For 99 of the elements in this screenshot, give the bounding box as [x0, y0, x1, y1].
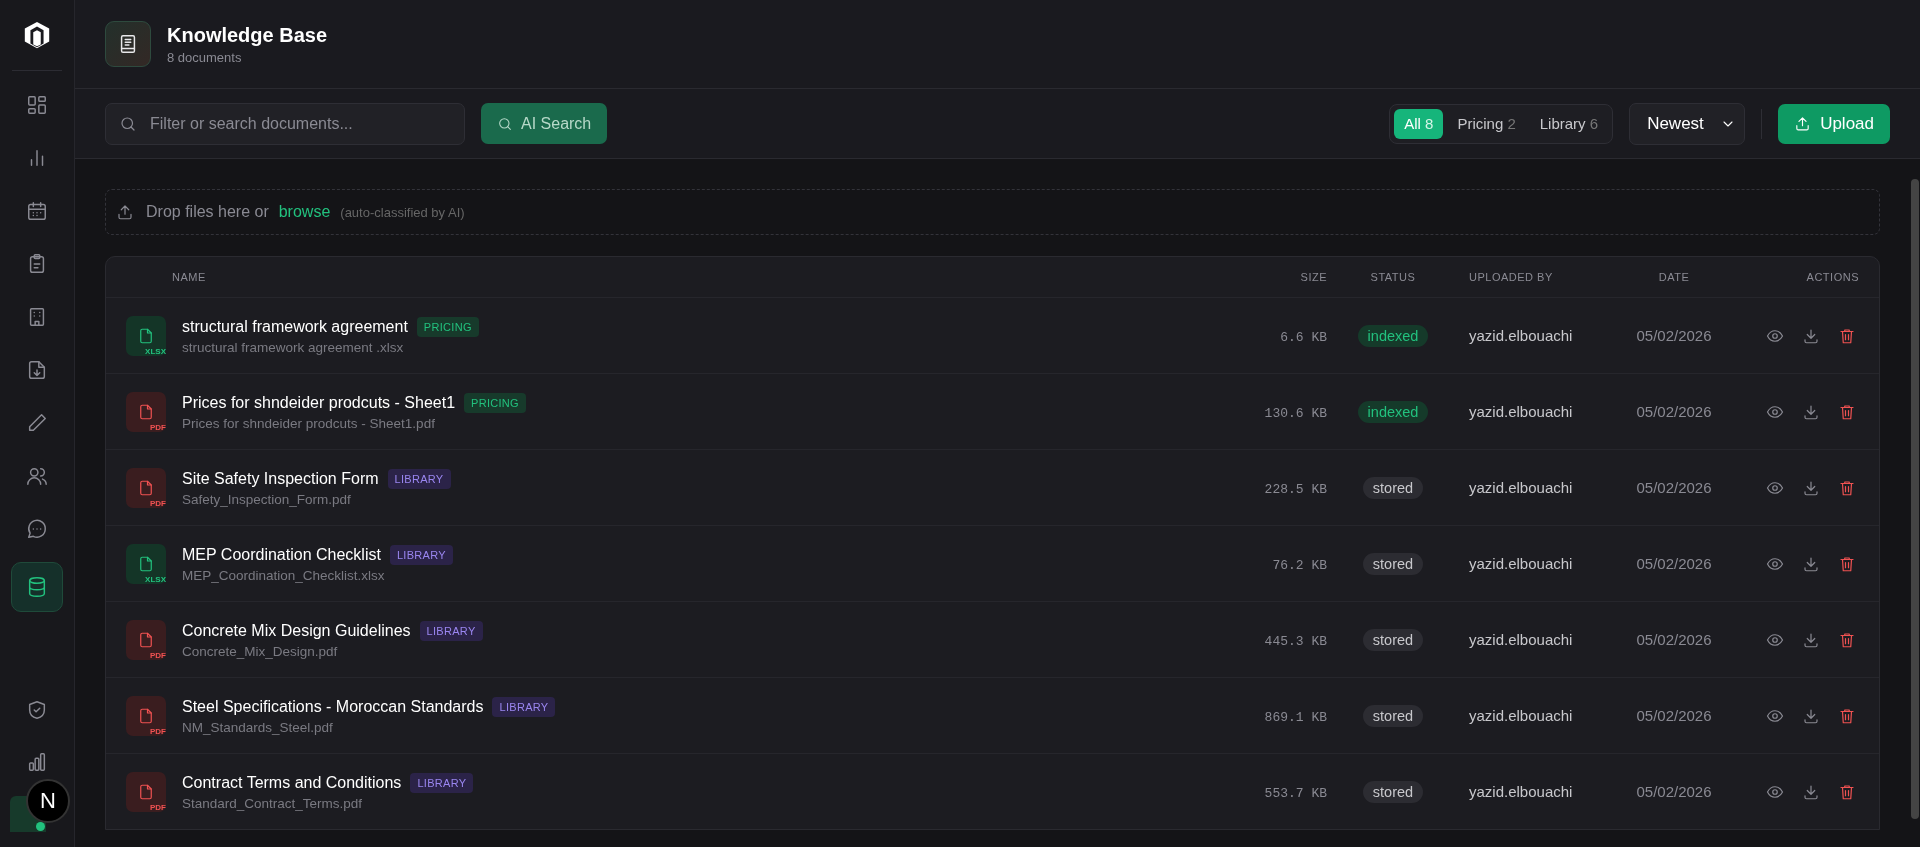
status-pill: stored	[1362, 780, 1424, 803]
page-title: Knowledge Base	[167, 23, 328, 47]
file-download-icon	[26, 359, 48, 381]
column-header: DATE	[1658, 271, 1690, 283]
uploader-name: yazid.elbouachi	[1469, 403, 1573, 420]
trash-icon	[1838, 326, 1856, 345]
file-size: 6.6 KB	[1280, 329, 1327, 345]
status-pill: indexed	[1357, 400, 1429, 423]
file-size: 445.3 KB	[1264, 633, 1327, 649]
filter-tab[interactable]: Pricing 2	[1447, 108, 1526, 139]
shield-check-icon	[26, 699, 48, 721]
upload-date: 05/02/2026	[1636, 479, 1712, 496]
file-icon: XLSX	[126, 315, 166, 356]
file-icon: PDF	[126, 695, 166, 736]
uploader-name: yazid.elbouachi	[1469, 707, 1573, 724]
uploader-name: yazid.elbouachi	[1469, 631, 1573, 648]
calendar-icon	[26, 200, 48, 222]
document-title: Steel Specifications - Moroccan Standards	[182, 697, 484, 716]
column-header: SIZE	[1300, 271, 1327, 283]
uploader-name: yazid.elbouachi	[1469, 555, 1573, 572]
filter-tab[interactable]: Library 6	[1529, 108, 1609, 139]
category-tag: LIBRARY	[419, 620, 483, 641]
document-title: Prices for shndeider prodcuts - Sheet1	[182, 393, 456, 412]
upload-icon	[116, 203, 134, 221]
file-icon: PDF	[126, 391, 166, 432]
file-icon: PDF	[126, 467, 166, 508]
trash-icon	[1838, 554, 1856, 573]
file-name: Concrete_Mix_Design.pdf	[182, 643, 339, 659]
upload-date: 05/02/2026	[1636, 707, 1712, 724]
pencil-icon	[26, 412, 48, 434]
bar-chart-icon	[26, 751, 48, 773]
upload-date: 05/02/2026	[1636, 327, 1712, 344]
drop-note: (auto-classified by AI)	[340, 204, 465, 220]
file-size: 76.2 KB	[1272, 557, 1327, 573]
upload-date: 05/02/2026	[1636, 783, 1712, 800]
uploader-name: yazid.elbouachi	[1469, 479, 1573, 496]
online-dot	[36, 822, 45, 831]
status-pill: stored	[1362, 476, 1424, 499]
status-pill: stored	[1362, 704, 1424, 727]
file-name: Prices for shndeider prodcuts - Sheet1.pdf	[182, 415, 436, 431]
file-name: Safety_Inspection_Form.pdf	[182, 491, 352, 507]
document-title: Site Safety Inspection Form	[182, 469, 379, 488]
category-tag: LIBRARY	[387, 468, 451, 489]
uploader-name: yazid.elbouachi	[1469, 327, 1573, 344]
trash-icon	[1838, 478, 1856, 497]
column-header: STATUS	[1370, 271, 1416, 283]
category-tag: PRICING	[464, 392, 526, 413]
column-header: NAME	[172, 271, 206, 283]
file-icon: PDF	[126, 771, 166, 812]
category-tag: PRICING	[416, 316, 479, 337]
book-icon	[105, 21, 151, 67]
file-name: NM_Standards_Steel.pdf	[182, 719, 334, 735]
file-size: 869.1 KB	[1264, 709, 1327, 725]
trash-icon	[1838, 782, 1856, 801]
search-icon	[497, 115, 513, 132]
avatar-button[interactable]: N	[26, 779, 70, 823]
drop-zone[interactable]: Drop files here or browse (auto-classified by AI)	[105, 189, 1880, 235]
drop-text: Drop files here or	[146, 203, 269, 221]
users-icon	[26, 465, 48, 487]
trash-icon	[1838, 402, 1856, 421]
upload-date: 05/02/2026	[1636, 631, 1712, 648]
upload-icon	[1794, 115, 1812, 132]
category-tag: LIBRARY	[389, 544, 453, 565]
ai-search-button[interactable]: AI Search	[481, 103, 608, 144]
document-title: Contract Terms and Conditions	[182, 773, 402, 792]
file-size: 130.6 KB	[1264, 405, 1327, 421]
sort-dropdown[interactable]: Newest	[1629, 102, 1746, 145]
upload-date: 05/02/2026	[1636, 555, 1712, 572]
trash-icon	[1838, 706, 1856, 725]
status-pill: stored	[1362, 552, 1424, 575]
uploader-name: yazid.elbouachi	[1469, 783, 1573, 800]
category-tag: LIBRARY	[410, 772, 474, 793]
file-size: 228.5 KB	[1264, 481, 1327, 497]
status-pill: stored	[1362, 628, 1424, 651]
trash-icon	[1838, 630, 1856, 649]
search-icon	[119, 114, 137, 133]
column-header: ACTIONS	[1806, 271, 1859, 283]
file-icon: PDF	[126, 619, 166, 660]
document-title: MEP Coordination Checklist	[182, 545, 381, 564]
browse-link[interactable]: browse	[278, 203, 331, 221]
search-field[interactable]: Filter or search documents...	[105, 102, 465, 145]
status-pill: indexed	[1357, 324, 1429, 347]
upload-button[interactable]: Upload	[1778, 103, 1890, 144]
document-title: structural framework agreement	[182, 317, 408, 336]
file-name: MEP_Coordination_Checklist.xlsx	[182, 567, 386, 583]
document-count: 8 documents	[167, 49, 243, 65]
column-header: UPLOADED BY	[1469, 271, 1553, 283]
upload-date: 05/02/2026	[1636, 403, 1712, 420]
file-icon: XLSX	[126, 543, 166, 584]
category-tag: LIBRARY	[492, 696, 556, 717]
file-name: Standard_Contract_Terms.pdf	[182, 795, 364, 811]
database-icon	[26, 576, 48, 598]
nav-item[interactable]	[11, 562, 63, 612]
file-name: structural framework agreement .xlsx	[182, 339, 405, 355]
document-title: Concrete Mix Design Guidelines	[182, 621, 411, 640]
file-size: 553.7 KB	[1264, 785, 1327, 801]
chat-icon	[26, 518, 48, 540]
logo-icon	[22, 20, 52, 50]
grid-icon	[26, 94, 48, 116]
